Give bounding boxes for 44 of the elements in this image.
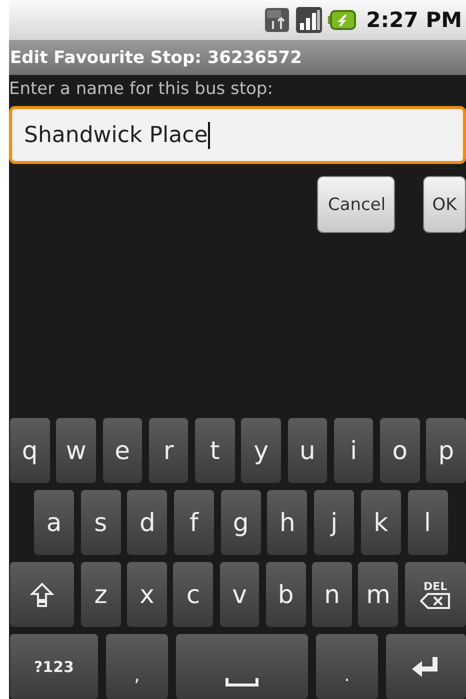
key[interactable]: v	[220, 562, 260, 627]
key[interactable]: j	[314, 490, 354, 555]
space-icon	[225, 676, 259, 686]
battery-charging-icon	[328, 10, 356, 30]
key[interactable]: w	[56, 418, 96, 483]
name-input-field[interactable]: Shandwick Place	[9, 106, 466, 164]
key[interactable]: n	[312, 562, 352, 627]
key[interactable]: i	[334, 418, 374, 483]
symbols-key[interactable]: ?123	[10, 634, 98, 699]
key[interactable]: k	[360, 490, 401, 555]
key[interactable]: c	[173, 562, 214, 627]
key[interactable]: ,	[106, 634, 168, 699]
key[interactable]: e	[102, 418, 142, 483]
backspace-icon	[420, 593, 450, 609]
key[interactable]: .	[316, 634, 378, 699]
status-time: 2:27 PM	[366, 8, 462, 32]
key[interactable]: x	[127, 562, 167, 627]
key[interactable]: r	[148, 418, 188, 483]
ok-button[interactable]: OK	[423, 176, 466, 233]
key[interactable]: o	[380, 418, 420, 483]
key[interactable]: u	[288, 418, 328, 483]
cancel-button[interactable]: Cancel	[317, 176, 395, 233]
signal-icon	[296, 7, 322, 33]
key-label: DEL	[424, 580, 448, 593]
prompt-label: Enter a name for this bus stop:	[9, 79, 274, 99]
shift-arrow-icon	[30, 582, 54, 608]
shift-key[interactable]	[10, 562, 74, 627]
key[interactable]: f	[174, 490, 214, 555]
key[interactable]: b	[266, 562, 306, 627]
key[interactable]: t	[195, 418, 235, 483]
key[interactable]: p	[426, 418, 466, 483]
key[interactable]: s	[80, 490, 121, 555]
key[interactable]: h	[267, 490, 308, 555]
key[interactable]: g	[220, 490, 261, 555]
key[interactable]: m	[358, 562, 398, 627]
key[interactable]: a	[34, 490, 74, 555]
key[interactable]: d	[127, 490, 168, 555]
delete-key[interactable]: DEL	[404, 562, 466, 627]
key[interactable]: z	[80, 562, 121, 627]
key[interactable]: l	[408, 490, 448, 555]
key[interactable]: q	[10, 418, 50, 483]
key[interactable]: y	[241, 418, 281, 483]
dialog-title: Edit Favourite Stop: 36236572	[9, 40, 466, 75]
enter-key[interactable]	[386, 634, 466, 699]
